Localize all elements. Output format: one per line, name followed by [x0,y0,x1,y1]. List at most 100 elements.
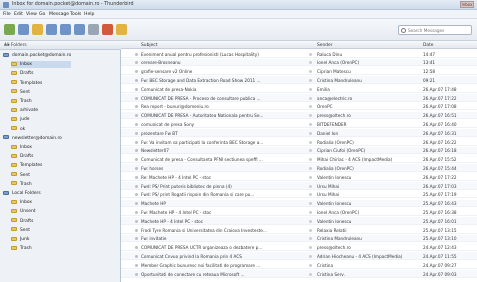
read-status-icon[interactable] [309,78,312,82]
message-row[interactable]: Comunicat Cnvuo privind la Romania prin … [121,252,477,260]
message-row[interactable]: Machete HP - 4 Intel PC - stoc Valentin I… [121,217,477,225]
read-status-icon[interactable] [309,61,312,65]
folder-item[interactable]: Unsent [11,208,71,215]
folder-item[interactable]: Sent [11,227,71,234]
read-status-icon[interactable] [309,131,312,135]
read-status-icon[interactable] [309,158,312,162]
unread-dot-icon[interactable] [135,122,138,126]
folder-item[interactable]: Sent [11,89,71,96]
forward-icon[interactable] [74,24,85,35]
message-row[interactable]: Fwd: PS/ Print puteris bibliotec de pinn… [121,182,477,190]
unread-dot-icon[interactable] [135,202,138,206]
message-row[interactable]: Comunicat de presa-Nokia Emilia 26.Apr.07 … [121,85,477,93]
get-mail-icon[interactable] [4,24,15,35]
read-status-icon[interactable] [309,96,312,100]
read-status-icon[interactable] [309,254,312,258]
folder-item[interactable]: Trash [11,98,71,105]
unread-dot-icon[interactable] [135,52,138,56]
message-row[interactable]: Fwd: PS/ print Rogatii rispoin din Roman… [121,191,477,199]
unread-dot-icon[interactable] [135,263,138,267]
read-status-icon[interactable] [309,52,312,56]
folder-item[interactable]: Drafts [11,218,71,225]
unread-dot-icon[interactable] [135,78,138,82]
folder-item[interactable]: Inbox [11,61,71,69]
read-status-icon[interactable] [309,166,312,170]
col-date[interactable]: Date [423,43,434,48]
message-row[interactable]: Rea report - bunuri@domeniu.ro OrenPC 26.A… [121,103,477,111]
search-input[interactable] [408,27,470,34]
unread-dot-icon[interactable] [135,96,138,100]
folder-item[interactable]: jude [11,116,71,123]
col-sender[interactable]: Sender [317,43,333,48]
read-status-icon[interactable] [309,202,312,206]
message-row[interactable]: Eveniment anual pentru profesionisti (Lu… [121,50,477,58]
message-row[interactable]: comunicat de presa Sony BITDEFENDER 26.Apr… [121,120,477,128]
message-row[interactable]: Fw: horses Rodialia (OrenPC) 26.Apr.07 15:… [121,164,477,172]
message-row[interactable]: Frodi Tyre Romania si Universitatea din … [121,226,477,234]
folder-view-arrows[interactable]: ◂ ▸ [4,43,117,48]
unread-dot-icon[interactable] [135,70,138,74]
message-row[interactable]: COMUNICAT DE PRESA UCTR organizeaza o de… [121,244,477,252]
folder-item[interactable]: Inbox [11,199,71,206]
folder-item[interactable]: Templates [11,80,71,87]
message-row[interactable]: Fw: Machete HP - 4 Intel PC - stoc Ionel … [121,208,477,216]
read-status-icon[interactable] [309,246,312,250]
menu-view[interactable]: View [26,12,37,17]
junk-icon[interactable] [116,24,127,35]
folder-item[interactable]: Inbox [11,144,71,151]
unread-dot-icon[interactable] [135,114,138,118]
folder-item[interactable]: Sent [11,172,71,179]
read-status-icon[interactable] [309,175,312,179]
folder-item[interactable]: newsletter@domain.ro [3,135,118,142]
col-subject[interactable]: Subject [141,43,157,48]
unread-dot-icon[interactable] [135,254,138,258]
folder-item[interactable]: Trash [11,181,71,188]
read-status-icon[interactable] [309,228,312,232]
folder-item[interactable]: domain.pocket@domain.ro [3,52,118,59]
message-row[interactable]: Fw: Va invitam sa participati la conferi… [121,138,477,146]
delete-icon[interactable] [102,24,113,35]
message-row[interactable]: Machete HP Valentin Ionescu 25.Apr.07 16:4… [121,199,477,208]
unread-dot-icon[interactable] [135,140,138,144]
read-status-icon[interactable] [309,105,312,109]
menu-edit[interactable]: Edit [14,12,23,17]
read-status-icon[interactable] [309,193,312,197]
write-icon[interactable] [18,24,29,35]
message-row[interactable]: COMUNICAT DE PRESA - Autoritatea Nationa… [121,111,477,120]
unread-dot-icon[interactable] [135,237,138,241]
unread-dot-icon[interactable] [135,131,138,135]
menu-tools[interactable]: Tools [70,12,81,17]
unread-dot-icon[interactable] [135,61,138,65]
folder-item[interactable]: Drafts [11,153,71,160]
read-status-icon[interactable] [309,149,312,153]
message-row[interactable]: cereare-Brosneanu Ionel Anca (OrenPC) 13:4… [121,58,477,67]
message-row[interactable]: grafie-sensare v2 Online Ciprian Matescu 1… [121,68,477,76]
folder-item[interactable]: Local Folders [3,190,118,197]
unread-dot-icon[interactable] [135,175,138,179]
unread-dot-icon[interactable] [135,246,138,250]
reply-icon[interactable] [46,24,57,35]
message-row[interactable]: COMUNICAT DE PRESA - Proceso de consulta… [121,94,477,102]
read-status-icon[interactable] [309,237,312,241]
message-row[interactable]: Comunicat de presa - Consultanta PFNI se… [121,156,477,164]
address-book-icon[interactable] [32,24,43,35]
unread-dot-icon[interactable] [135,149,138,153]
message-row[interactable]: prezentare Fw BT Daniel Ion 26.Apr.07 16:3… [121,129,477,137]
folder-item[interactable]: ok [11,126,71,133]
message-row[interactable]: Oportunitati de conectare cu reteaua Mic… [121,270,477,278]
unread-dot-icon[interactable] [135,228,138,232]
unread-dot-icon[interactable] [135,193,138,197]
search-box[interactable] [398,25,472,35]
read-status-icon[interactable] [309,210,312,214]
unread-dot-icon[interactable] [135,158,138,162]
message-row[interactable]: Member Graphic bunuresc noi facilitati d… [121,261,477,269]
read-status-icon[interactable] [309,184,312,188]
message-row[interactable]: Newsletter07 Ciprian Ciufoi (OrenPC) 26.Ap… [121,146,477,155]
read-status-icon[interactable] [309,272,312,276]
read-status-icon[interactable] [309,114,312,118]
read-status-icon[interactable] [309,122,312,126]
message-row[interactable]: Fw: BEC Storage and Data Extraction Road… [121,76,477,84]
unread-dot-icon[interactable] [135,166,138,170]
folder-item[interactable]: Trash [11,245,71,252]
menu-help[interactable]: Help [84,12,94,17]
